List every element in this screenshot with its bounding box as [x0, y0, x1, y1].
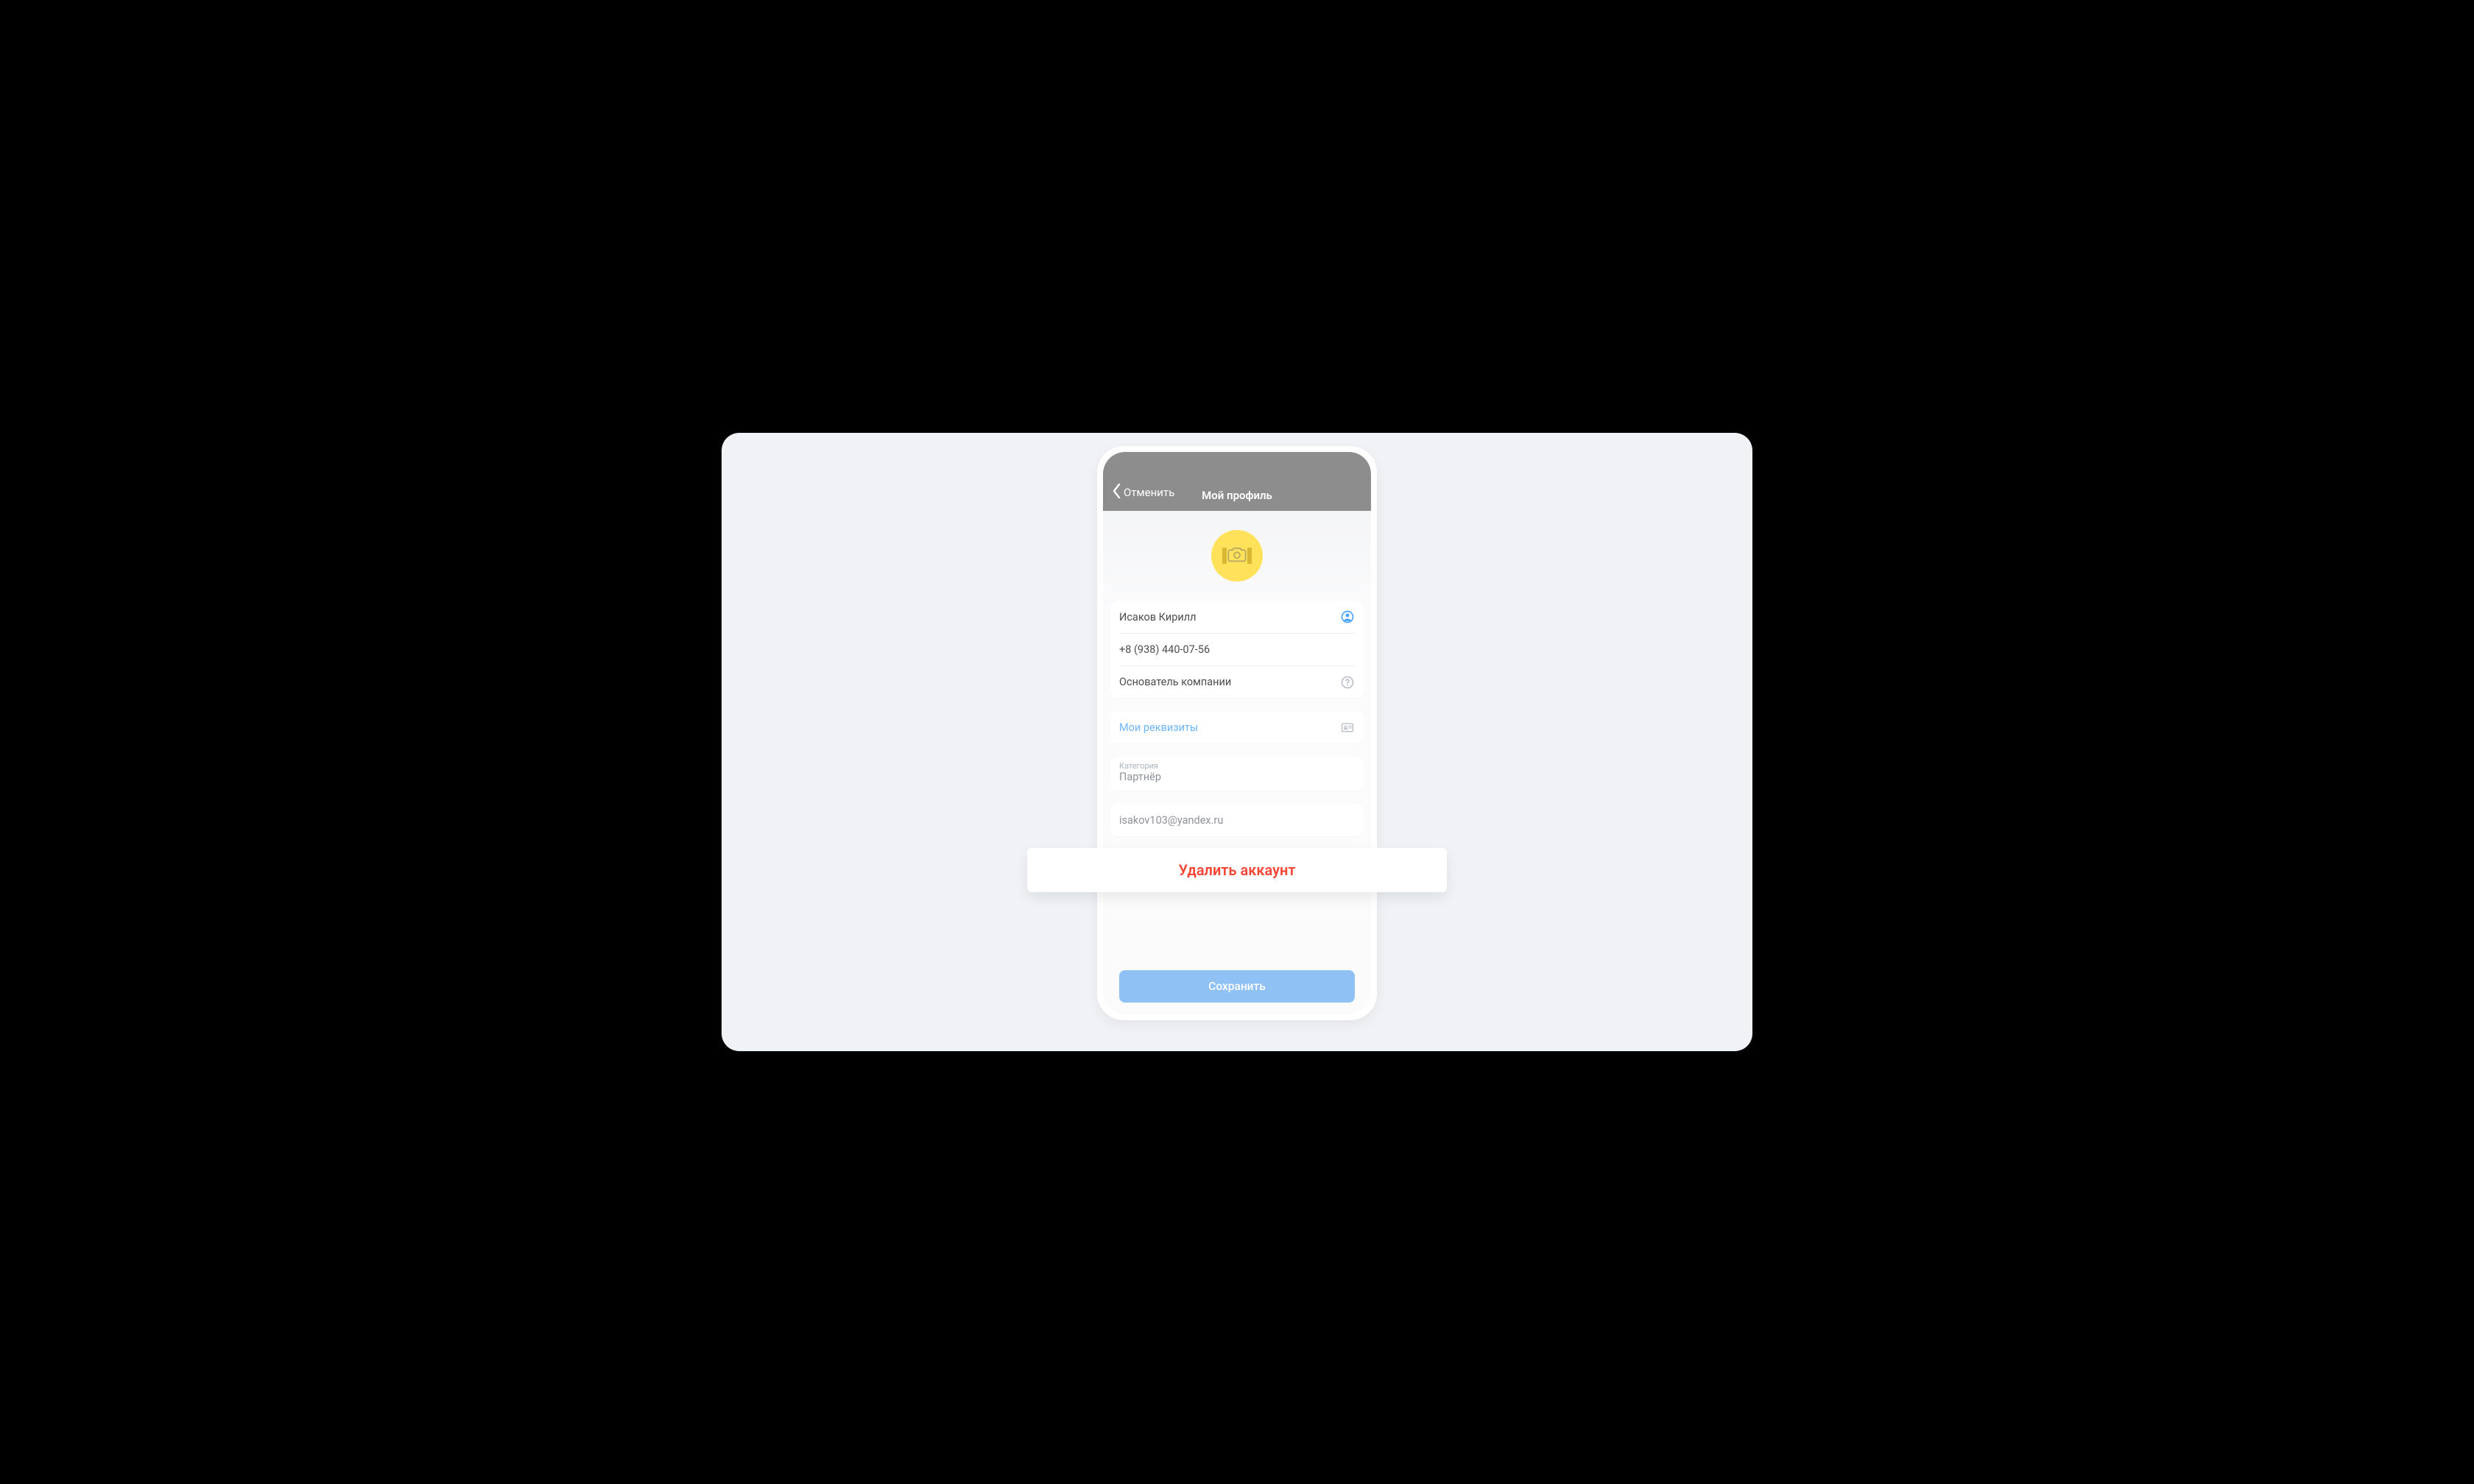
cancel-label: Отменить: [1124, 486, 1174, 499]
person-icon: [1340, 610, 1355, 624]
email-field[interactable]: isakov103@yandex.ru: [1119, 804, 1355, 836]
category-label: Категория: [1119, 761, 1355, 771]
help-icon[interactable]: [1340, 675, 1355, 690]
camera-icon: [1227, 545, 1247, 566]
avatar-section: [1110, 511, 1364, 601]
phone-frame: Отменить Мой профиль: [1097, 446, 1377, 1020]
phone-value: +8 (938) 440-07-56: [1119, 643, 1210, 656]
phone-field[interactable]: +8 (938) 440-07-56: [1119, 633, 1355, 665]
screen-header: Отменить Мой профиль: [1103, 452, 1371, 511]
app-stage: Отменить Мой профиль: [722, 433, 1752, 1051]
role-field[interactable]: Основатель компании: [1119, 665, 1355, 698]
requisites-link[interactable]: Мои реквизиты: [1119, 711, 1355, 743]
phone-screen: Отменить Мой профиль: [1103, 452, 1371, 1014]
save-label: Сохранить: [1208, 980, 1266, 993]
email-card: isakov103@yandex.ru: [1110, 804, 1364, 836]
role-value: Основатель компании: [1119, 676, 1231, 688]
chevron-left-icon: [1112, 483, 1122, 502]
page-title: Мой профиль: [1202, 489, 1272, 502]
save-button[interactable]: Сохранить: [1119, 970, 1355, 1003]
personal-info-card: Исаков Кирилл +8 (938) 440-07-56 Основат…: [1110, 601, 1364, 698]
requisites-label: Мои реквизиты: [1119, 721, 1198, 734]
email-value: isakov103@yandex.ru: [1119, 814, 1223, 827]
screen-content: Исаков Кирилл +8 (938) 440-07-56 Основат…: [1103, 511, 1371, 1014]
category-value: Партнёр: [1119, 771, 1355, 783]
avatar-upload-button[interactable]: [1211, 530, 1263, 582]
category-card[interactable]: Категория Партнёр: [1110, 757, 1364, 791]
delete-account-label: Удалить аккаунт: [1179, 861, 1296, 879]
avatar-decor-right: [1247, 548, 1252, 564]
cancel-button[interactable]: Отменить: [1112, 483, 1174, 502]
name-value: Исаков Кирилл: [1119, 611, 1196, 623]
requisites-card: Мои реквизиты: [1110, 711, 1364, 743]
id-card-icon: [1340, 720, 1355, 735]
name-field[interactable]: Исаков Кирилл: [1119, 601, 1355, 633]
delete-account-button[interactable]: Удалить аккаунт: [1027, 848, 1447, 892]
